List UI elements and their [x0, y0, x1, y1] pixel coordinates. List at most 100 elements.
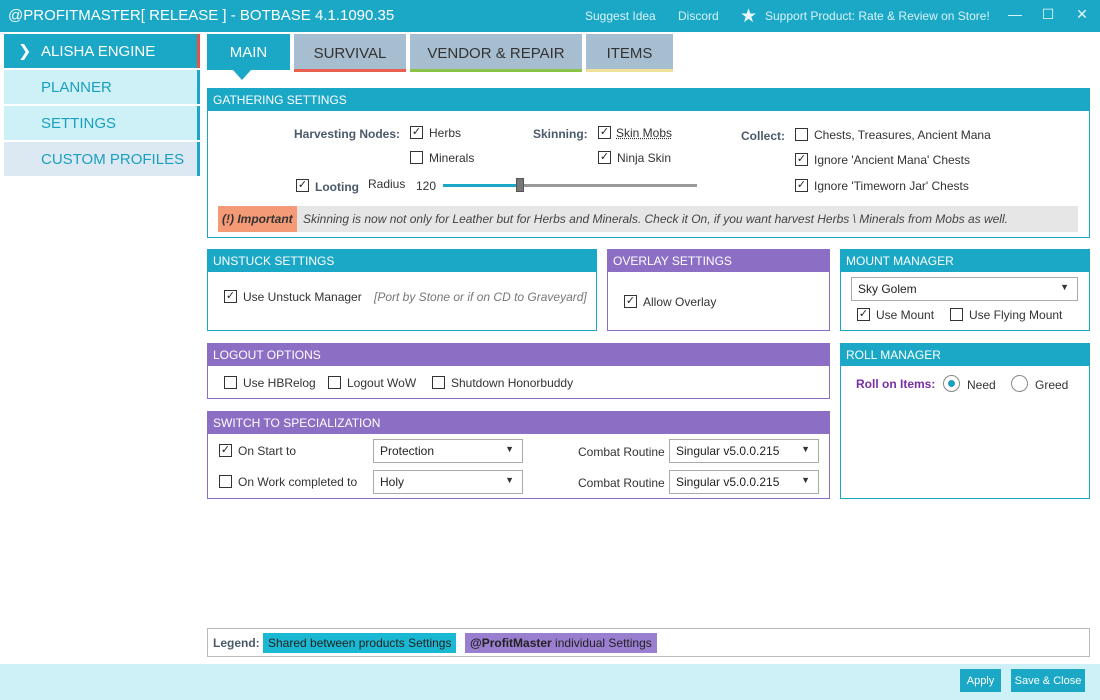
tab-label: VENDOR & REPAIR [427, 44, 565, 62]
combat-routine-value: Singular v5.0.0.215 [676, 475, 780, 489]
tab-items[interactable]: ITEMS [586, 34, 673, 72]
mount-select[interactable]: Sky Golem ▼ [851, 277, 1078, 301]
ignore-timeworn-jar-label: Ignore 'Timeworn Jar' Chests [814, 179, 969, 193]
harvesting-nodes-label: Harvesting Nodes: [294, 127, 401, 141]
ignore-ancient-mana-label: Ignore 'Ancient Mana' Chests [814, 153, 970, 167]
chevron-down-icon: ▼ [1060, 282, 1069, 292]
herbs-checkbox[interactable]: ✓ [410, 126, 423, 139]
panel-header: ROLL MANAGER [841, 344, 1089, 366]
sidebar-item-label: ALISHA ENGINE [41, 42, 156, 60]
sidebar-item-label: SETTINGS [41, 114, 117, 132]
tab-accent-bar [586, 69, 673, 72]
window-title: @PROFITMASTER[ RELEASE ] - BOTBASE 4.1.1… [8, 7, 395, 24]
panel-header: GATHERING SETTINGS [208, 89, 1089, 111]
ninja-skin-label: Ninja Skin [617, 151, 672, 165]
panel-header: MOUNT MANAGER [841, 250, 1089, 272]
looting-label: Looting [315, 180, 359, 194]
use-hbrelog-checkbox[interactable] [224, 376, 237, 389]
mount-select-value: Sky Golem [858, 282, 917, 296]
ignore-timeworn-jar-checkbox[interactable]: ✓ [795, 179, 808, 192]
chevron-right-icon: ❯ [18, 43, 32, 60]
use-hbrelog-label: Use HBRelog [243, 376, 316, 390]
tab-accent-bar [410, 69, 582, 72]
title-bar: @PROFITMASTER[ RELEASE ] - BOTBASE 4.1.1… [0, 0, 1100, 32]
panel-header: OVERLAY SETTINGS [608, 250, 829, 272]
panel-header: LOGOUT OPTIONS [208, 344, 829, 366]
bottom-bar [0, 664, 1100, 700]
combat-routine-select-2[interactable]: Singular v5.0.0.215 ▼ [669, 470, 819, 494]
important-notice: (!) Important Skinning is now not only f… [218, 206, 1078, 232]
combat-routine-value: Singular v5.0.0.215 [676, 444, 780, 458]
need-radio[interactable] [943, 375, 960, 392]
logout-wow-label: Logout WoW [347, 376, 417, 390]
greed-radio[interactable] [1011, 375, 1028, 392]
apply-button[interactable]: Apply [960, 669, 1001, 692]
shutdown-honorbuddy-label: Shutdown Honorbuddy [451, 376, 574, 390]
use-unstuck-manager-checkbox[interactable]: ✓ [224, 290, 237, 303]
on-work-spec-value: Holy [380, 475, 405, 489]
on-start-spec-value: Protection [380, 444, 435, 458]
looting-checkbox[interactable]: ✓ [296, 179, 309, 192]
need-label: Need [967, 378, 996, 392]
important-message: Skinning is now not only for Leather but… [303, 212, 1008, 226]
on-work-completed-checkbox[interactable] [219, 475, 232, 488]
logout-wow-checkbox[interactable] [328, 376, 341, 389]
use-unstuck-manager-label: Use Unstuck Manager [243, 290, 362, 304]
overlay-settings-panel: OVERLAY SETTINGS [607, 249, 830, 331]
skin-mobs-checkbox[interactable]: ✓ [598, 126, 611, 139]
sidebar-item-alisha-engine[interactable]: ❯ ALISHA ENGINE [4, 34, 200, 68]
shutdown-honorbuddy-checkbox[interactable] [432, 376, 445, 389]
legend-individual-rest: individual Settings [551, 636, 652, 650]
tab-vendor-repair[interactable]: VENDOR & REPAIR [410, 34, 582, 72]
suggest-idea-link[interactable]: Suggest Idea [585, 9, 656, 23]
discord-link[interactable]: Discord [678, 9, 719, 23]
herbs-label: Herbs [429, 126, 462, 140]
allow-overlay-checkbox[interactable]: ✓ [624, 295, 637, 308]
on-work-spec-select[interactable]: Holy ▼ [373, 470, 523, 494]
chevron-down-icon: ▼ [505, 475, 514, 485]
use-mount-label: Use Mount [876, 308, 935, 322]
maximize-icon[interactable]: ☐ [1038, 6, 1058, 23]
tab-label: SURVIVAL [313, 44, 387, 62]
radius-slider-handle[interactable] [516, 178, 524, 192]
tab-accent-bar [294, 69, 406, 72]
chevron-down-icon: ▼ [801, 444, 810, 454]
minimize-icon[interactable]: — [1005, 6, 1025, 22]
logout-options-panel: LOGOUT OPTIONS [207, 343, 830, 399]
ignore-ancient-mana-checkbox[interactable]: ✓ [795, 153, 808, 166]
sidebar-item-label: PLANNER [41, 78, 112, 96]
on-start-label: On Start to [238, 444, 297, 458]
minerals-label: Minerals [429, 151, 475, 165]
legend-shared-chip: Shared between products Settings [263, 633, 457, 653]
sidebar-item-settings[interactable]: SETTINGS [4, 106, 200, 140]
on-start-spec-select[interactable]: Protection ▼ [373, 439, 523, 463]
sidebar-item-planner[interactable]: PLANNER [4, 70, 200, 104]
allow-overlay-label: Allow Overlay [643, 295, 717, 309]
on-start-checkbox[interactable]: ✓ [219, 444, 232, 457]
tab-label: MAIN [229, 43, 268, 61]
use-mount-checkbox[interactable]: ✓ [857, 308, 870, 321]
legend-individual-bold: @ProfitMaster [470, 636, 552, 650]
legend-individual-chip: @ProfitMaster individual Settings [465, 633, 657, 653]
collect-label: Collect: [741, 129, 786, 143]
radius-slider-track[interactable] [520, 184, 697, 187]
minerals-checkbox[interactable] [410, 151, 423, 164]
radius-label: Radius [368, 177, 406, 191]
use-flying-mount-checkbox[interactable] [950, 308, 963, 321]
tab-survival[interactable]: SURVIVAL [294, 34, 406, 72]
roll-on-items-label: Roll on Items: [856, 377, 936, 391]
legend-bar: Legend: Shared between products Settings… [207, 628, 1090, 657]
skin-mobs-label: Skin Mobs [616, 126, 673, 140]
chests-checkbox[interactable] [795, 128, 808, 141]
tab-main[interactable]: MAIN [207, 34, 290, 70]
radius-value: 120 [416, 179, 437, 193]
combat-routine-select-1[interactable]: Singular v5.0.0.215 ▼ [669, 439, 819, 463]
important-badge: (!) Important [218, 206, 297, 232]
support-product-link[interactable]: Support Product: Rate & Review on Store! [765, 9, 990, 23]
sidebar-item-custom-profiles[interactable]: CUSTOM PROFILES [4, 142, 200, 176]
close-icon[interactable]: ✕ [1072, 6, 1092, 23]
save-close-button[interactable]: Save & Close [1011, 669, 1085, 692]
chests-label: Chests, Treasures, Ancient Mana [814, 128, 991, 142]
radius-slider-fill[interactable] [443, 184, 520, 187]
ninja-skin-checkbox[interactable]: ✓ [598, 151, 611, 164]
